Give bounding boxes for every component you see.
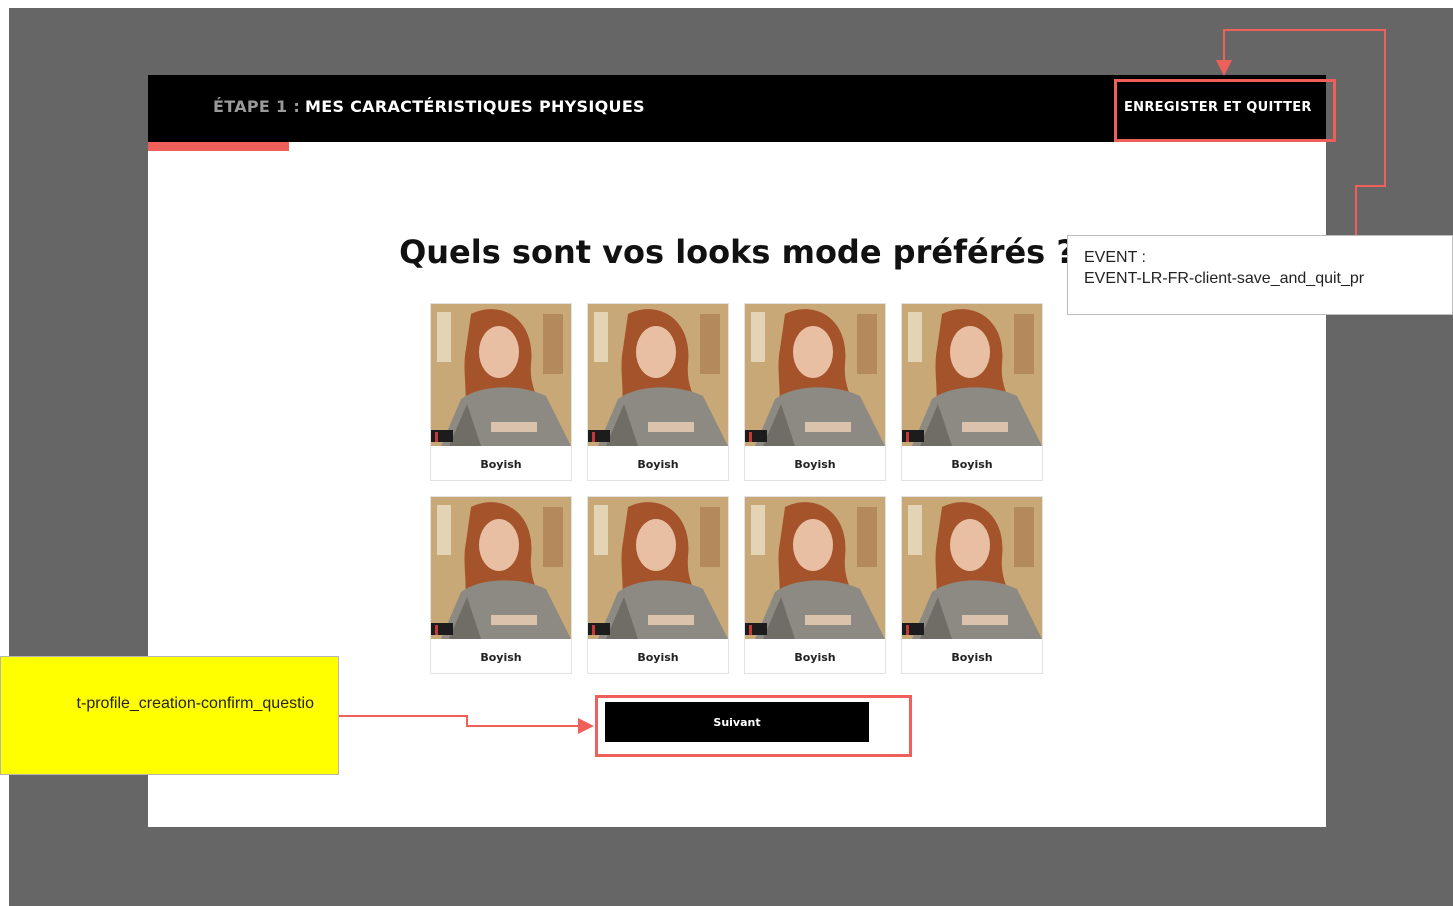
save-quit-connector — [1216, 29, 1386, 235]
next-button-connector — [339, 715, 594, 734]
event-note-heading: EVENT : — [1084, 249, 1146, 266]
event-annotation: EVENT : EVENT-LR-FR-client-save_and_quit… — [1067, 235, 1453, 315]
event-sticky-note: t-profile_creation-confirm_questio — [0, 656, 339, 775]
event-note-name: EVENT-LR-FR-client-save_and_quit_pr — [1084, 270, 1365, 287]
sticky-note-text: t-profile_creation-confirm_questio — [76, 695, 314, 712]
